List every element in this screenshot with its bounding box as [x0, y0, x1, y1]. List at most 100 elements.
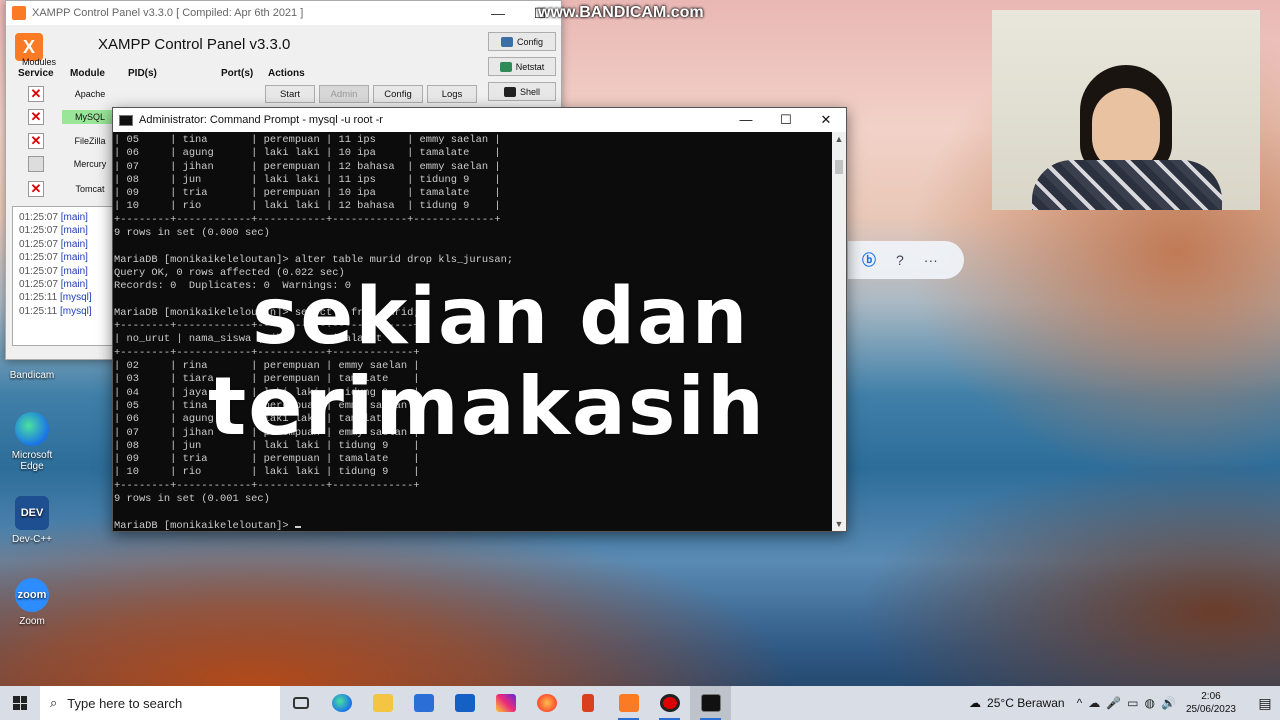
admin-button[interactable]: Admin: [319, 85, 369, 103]
shell-button-label: Shell: [519, 86, 540, 97]
network-icon[interactable]: ◍: [1145, 696, 1155, 710]
desktop-icon-devcpp[interactable]: DEV Dev-C++: [6, 496, 58, 545]
terminal-icon: [503, 86, 516, 97]
desktop-icon-zoom[interactable]: zoom Zoom: [6, 578, 58, 627]
cmd-taskbar-icon[interactable]: [690, 686, 731, 720]
console-line: | 07 | jihan | perempuan | 12 bahasa | e…: [114, 160, 501, 173]
module-config-button[interactable]: Config: [373, 85, 423, 103]
service-status-icon[interactable]: ✕: [28, 156, 44, 172]
service-status-icon[interactable]: ✕: [28, 109, 44, 125]
scroll-up-icon[interactable]: ▲: [832, 134, 846, 144]
zoom-icon: zoom: [15, 578, 49, 612]
file-explorer-icon[interactable]: [362, 686, 403, 720]
onedrive-icon[interactable]: ☁: [1088, 696, 1100, 710]
chevron-up-icon[interactable]: ^: [1077, 696, 1083, 710]
start-button[interactable]: [0, 686, 40, 720]
service-status-icon[interactable]: ✕: [28, 133, 44, 149]
video-caption-line2: terimakasih: [208, 360, 766, 453]
shell-button[interactable]: Shell: [488, 82, 556, 101]
tray-icons: ^ ☁ 🎤 ▭ ◍ 🔊: [1077, 696, 1176, 710]
task-view-icon[interactable]: [280, 686, 321, 720]
service-row: ✕ Tomcat: [28, 180, 118, 198]
col-pids: PID(s): [128, 68, 157, 79]
module-name: Apache: [74, 89, 106, 99]
bandicam-watermark: www.BANDICAM.com: [538, 4, 704, 21]
config-button-label: Config: [516, 36, 543, 47]
console-line: +--------+------------+-----------+-----…: [114, 479, 420, 492]
notification-icon[interactable]: ▤: [1250, 695, 1280, 712]
close-button[interactable]: ✕: [806, 112, 846, 128]
scroll-thumb[interactable]: [835, 160, 843, 174]
minimize-button[interactable]: —: [726, 112, 766, 128]
console-line: | 06 | agung | laki laki | 10 ipa | tama…: [114, 147, 501, 160]
taskbar-search[interactable]: ⌕ Type here to search: [40, 686, 280, 720]
col-actions: Actions: [268, 68, 305, 79]
config-button[interactable]: Config: [488, 32, 556, 51]
console-line: | 05 | tina | perempuan | 11 ips | emmy …: [114, 134, 501, 146]
log-line: 01:25:11 [mysql]: [19, 292, 92, 304]
network-icon: [499, 61, 512, 72]
desktop-icon-label: Dev-C++: [11, 534, 52, 545]
console-line: +--------+------------+-----------+-----…: [114, 213, 501, 226]
minimize-button[interactable]: —: [477, 5, 519, 22]
service-row: ✕ Apache: [28, 85, 118, 103]
cmd-app-icon: [119, 114, 133, 126]
webcam-overlay: [992, 10, 1260, 210]
help-icon[interactable]: ?: [896, 252, 904, 268]
xampp-taskbar-icon[interactable]: [608, 686, 649, 720]
devcpp-icon: DEV: [15, 496, 49, 530]
more-icon[interactable]: ···: [924, 252, 938, 268]
console-line: 9 rows in set (0.001 sec): [114, 493, 270, 506]
taskbar: ⌕ Type here to search ☁ 25°C Berawan ^ ☁…: [0, 686, 1280, 720]
cmd-window-title: Administrator: Command Prompt - mysql -u…: [139, 114, 383, 126]
volume-icon[interactable]: 🔊: [1161, 696, 1176, 710]
store-icon[interactable]: [403, 686, 444, 720]
app-icon[interactable]: [567, 686, 608, 720]
start-button[interactable]: Start: [265, 85, 315, 103]
netstat-button-label: Netstat: [515, 61, 545, 72]
desktop-icon-label: Zoom: [19, 616, 45, 627]
console-line: | 10 | rio | laki laki | 12 bahasa | tid…: [114, 200, 501, 213]
module-name: Mercury: [73, 159, 107, 169]
col-service: Service: [18, 68, 54, 79]
mail-icon[interactable]: [444, 686, 485, 720]
col-ports: Port(s): [221, 68, 254, 79]
desktop-icon-edge[interactable]: Microsoft Edge: [6, 412, 58, 472]
desktop-icon-label: Bandicam: [9, 370, 55, 381]
service-row: ✕ MySQL: [28, 108, 118, 126]
console-line: | 09 | tria | perempuan | 10 ipa | tamal…: [114, 187, 501, 200]
taskbar-clock[interactable]: 2:06 25/06/2023: [1186, 690, 1236, 716]
service-status-icon[interactable]: ✕: [28, 181, 44, 197]
maximize-button[interactable]: ☐: [766, 112, 806, 128]
xampp-app-icon: [12, 6, 26, 20]
instagram-icon[interactable]: [485, 686, 526, 720]
console-line: | 08 | jun | laki laki | 11 ips | tidung…: [114, 173, 501, 186]
console-prompt: MariaDB [monikaikeleloutan]>: [114, 519, 295, 531]
console-line: 9 rows in set (0.000 sec): [114, 227, 270, 240]
console-line: | 10 | rio | laki laki | tidung 9 |: [114, 466, 420, 479]
clock-time: 2:06: [1201, 691, 1221, 702]
cmd-titlebar: Administrator: Command Prompt - mysql -u…: [113, 108, 846, 132]
microphone-icon[interactable]: 🎤: [1106, 696, 1121, 710]
xampp-heading: XAMPP Control Panel v3.3.0: [98, 36, 291, 53]
scroll-down-icon[interactable]: ▼: [832, 519, 846, 529]
xampp-log-panel[interactable]: 01:25:07 [main] 01:25:07 [main] 01:25:07…: [12, 206, 122, 346]
bandicam-record-icon[interactable]: [649, 686, 690, 720]
netstat-button[interactable]: Netstat: [488, 57, 556, 76]
weather-widget[interactable]: ☁ 25°C Berawan: [969, 696, 1065, 710]
battery-icon[interactable]: ▭: [1127, 696, 1138, 710]
logs-button[interactable]: Logs: [427, 85, 477, 103]
xampp-window-title: XAMPP Control Panel v3.3.0 [ Compiled: A…: [32, 7, 304, 19]
bing-icon[interactable]: ⓑ: [862, 250, 876, 270]
service-status-icon[interactable]: ✕: [28, 86, 44, 102]
console-line: | 09 | tria | perempuan | tamalate |: [114, 453, 420, 466]
log-line: 01:25:11 [mysql]: [19, 305, 92, 317]
edge-icon: [15, 412, 49, 446]
firefox-icon[interactable]: [526, 686, 567, 720]
wrench-icon: [500, 36, 513, 47]
service-row: ✕ Mercury: [28, 155, 118, 173]
edge-taskbar-icon[interactable]: [321, 686, 362, 720]
windows-logo-icon: [13, 696, 27, 710]
